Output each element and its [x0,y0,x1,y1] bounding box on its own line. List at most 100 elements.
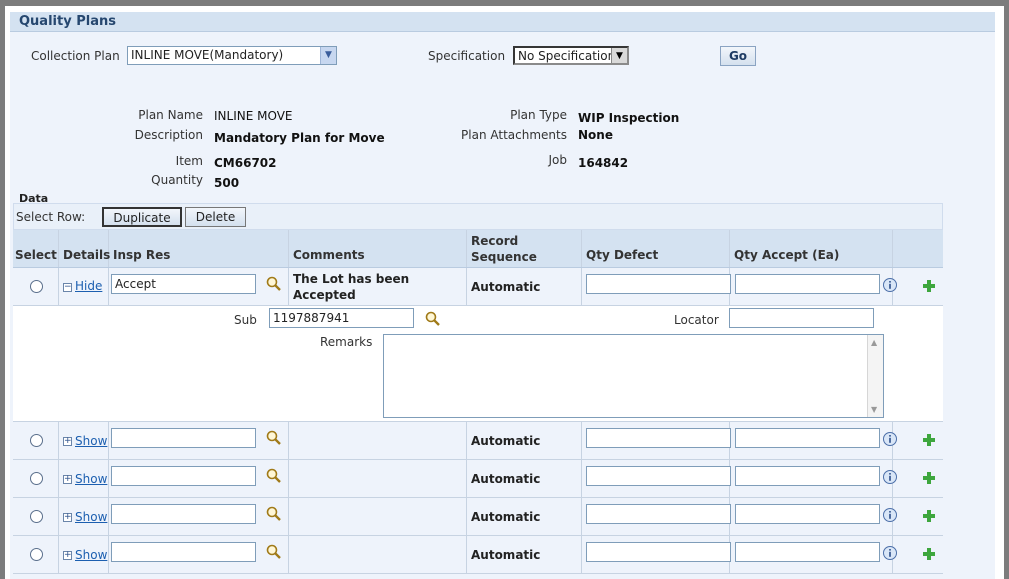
search-icon[interactable] [265,275,283,293]
add-row-icon[interactable] [922,471,936,485]
qty-accept-input[interactable] [735,504,880,524]
plan-name-value: INLINE MOVE [214,109,293,123]
show-details-link[interactable]: Show [75,548,107,562]
search-icon[interactable] [265,505,283,523]
table-row: − Hide Accept The Lot has been Accepted … [13,268,943,306]
row-detail-panel: Sub 1197887941 Locator Remarks ▲ ▼ [13,306,943,422]
plan-attachments-value: None [578,128,613,142]
qty-accept-input[interactable] [735,428,880,448]
column-header-insp-res: Insp Res [109,230,289,267]
hide-details-link[interactable]: Hide [75,279,102,293]
collection-plan-value: INLINE MOVE(Mandatory) [131,48,284,62]
record-sequence-value: Automatic [471,280,541,294]
qty-accept-input[interactable] [735,542,880,562]
delete-button[interactable]: Delete [185,207,246,227]
expand-icon[interactable]: + [63,551,72,560]
insp-res-input[interactable] [111,504,256,524]
select-row-label: Select Row: [16,210,86,224]
row-select-radio[interactable] [30,434,43,447]
add-row-icon[interactable] [922,279,936,293]
column-header-comments: Comments [289,230,467,267]
column-header-select: Select [13,230,59,267]
expand-icon[interactable]: + [63,475,72,484]
collapse-icon[interactable]: − [63,283,72,292]
add-row-icon[interactable] [922,433,936,447]
show-details-link[interactable]: Show [75,472,107,486]
show-details-link[interactable]: Show [75,510,107,524]
table-header: Select Details Insp Res Comments Record … [13,230,943,268]
add-row-icon[interactable] [922,547,936,561]
insp-res-input[interactable] [111,428,256,448]
column-header-qty-defect: Qty Defect [582,230,730,267]
go-button[interactable]: Go [720,46,756,66]
table-row: + Show Automatic [13,536,943,574]
chevron-down-icon[interactable]: ▼ [320,47,336,64]
qty-defect-input[interactable] [586,466,731,486]
row-select-radio[interactable] [30,472,43,485]
search-icon[interactable] [424,310,442,328]
insp-res-input[interactable]: Accept [111,274,256,294]
remarks-label: Remarks [320,335,373,349]
plan-type-value: WIP Inspection [578,111,680,125]
qty-accept-input[interactable] [735,274,880,294]
qty-defect-input[interactable] [586,504,731,524]
table-row: + Show Automatic [13,422,943,460]
column-header-add [893,230,943,267]
expand-icon[interactable]: + [63,437,72,446]
record-sequence-value: Automatic [471,510,541,524]
specification-label: Specification [428,49,506,63]
record-sequence-value: Automatic [471,472,541,486]
job-value: 164842 [578,156,629,170]
collection-plan-label: Collection Plan [31,49,120,63]
plan-type-label: Plan Type [510,108,567,122]
table-row: + Show Automatic [13,498,943,536]
search-icon[interactable] [265,543,283,561]
show-details-link[interactable]: Show [75,434,107,448]
quantity-label: Quantity [151,173,203,187]
locator-label: Locator [674,313,719,327]
remarks-textarea[interactable]: ▲ ▼ [383,334,884,418]
add-row-icon[interactable] [922,509,936,523]
specification-select[interactable]: No Specification ▼ [513,46,629,65]
qty-defect-input[interactable] [586,428,731,448]
column-header-details: Details [59,230,110,267]
search-icon[interactable] [265,429,283,447]
page: Quality Plans Collection Plan INLINE MOV… [5,6,1004,579]
row-select-radio[interactable] [30,510,43,523]
section-title: Quality Plans [10,12,995,32]
duplicate-button[interactable]: Duplicate [102,207,182,227]
comments-value: The Lot has been Accepted [293,272,410,302]
item-value: CM66702 [214,156,277,170]
quantity-value: 500 [214,176,240,190]
job-label: Job [548,153,568,167]
plan-name-label: Plan Name [138,108,203,122]
qty-accept-input[interactable] [735,466,880,486]
scroll-down-icon[interactable]: ▼ [871,405,877,414]
insp-res-input[interactable] [111,542,256,562]
row-toolbar: Select Row: Duplicate Delete [13,203,943,230]
scroll-up-icon[interactable]: ▲ [871,338,877,347]
expand-icon[interactable]: + [63,513,72,522]
chevron-down-icon[interactable]: ▼ [611,48,627,63]
specification-value: No Specification [518,49,616,63]
qty-defect-input[interactable] [586,542,731,562]
sub-input[interactable]: 1197887941 [269,308,414,328]
row-select-radio[interactable] [30,548,43,561]
insp-res-input[interactable] [111,466,256,486]
description-label: Description [134,128,203,142]
sub-label: Sub [234,313,257,327]
description-value: Mandatory Plan for Move [214,131,385,145]
row-select-radio[interactable] [30,280,43,293]
record-sequence-value: Automatic [471,548,541,562]
item-label: Item [175,154,203,168]
locator-input[interactable] [729,308,874,328]
collection-plan-select[interactable]: INLINE MOVE(Mandatory) ▼ [127,46,337,65]
table-row: + Show Automatic [13,460,943,498]
search-icon[interactable] [265,467,283,485]
record-sequence-value: Automatic [471,434,541,448]
plan-attachments-label: Plan Attachments [461,128,567,142]
qty-defect-input[interactable] [586,274,731,294]
column-header-record-sequence: Record Sequence [467,230,582,267]
remarks-scrollbar[interactable]: ▲ ▼ [867,335,883,417]
column-header-qty-accept: Qty Accept (Ea) [730,230,893,267]
